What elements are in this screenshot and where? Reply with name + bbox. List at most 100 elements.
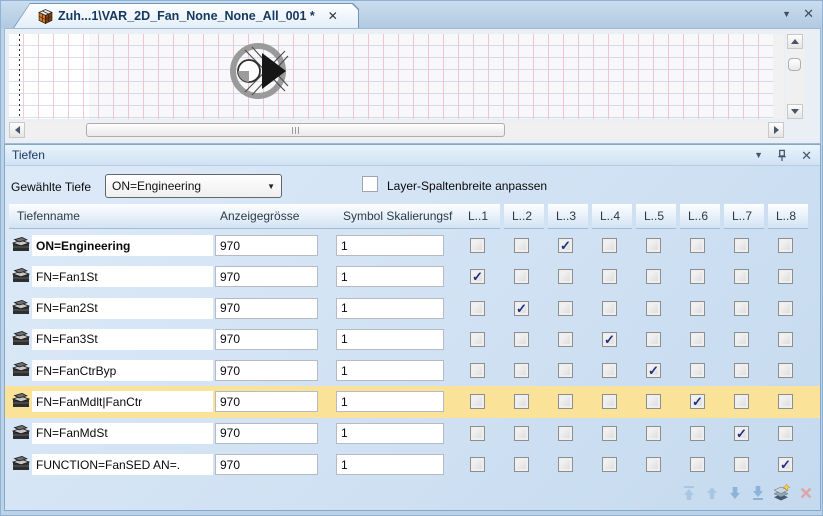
layer-checkbox[interactable] xyxy=(734,394,749,409)
display-size-input[interactable] xyxy=(215,329,318,350)
layer-checkbox[interactable] xyxy=(690,332,705,347)
scroll-right-button[interactable] xyxy=(768,122,784,138)
drawing-canvas[interactable] xyxy=(9,34,784,119)
symbol-scale-input[interactable] xyxy=(336,423,444,444)
move-down-button[interactable] xyxy=(727,485,743,501)
table-row[interactable]: FN=Fan1St✓ xyxy=(5,261,820,292)
table-row[interactable]: FN=FanCtrByp ✓ xyxy=(5,355,820,386)
column-header[interactable]: Tiefenname xyxy=(9,204,213,229)
layer-checkbox[interactable] xyxy=(470,394,485,409)
column-header[interactable]: L..3 xyxy=(548,204,588,229)
depth-name[interactable]: FN=FanMdSt xyxy=(32,423,213,444)
horizontal-scrollbar[interactable] xyxy=(9,121,784,139)
layer-checkbox[interactable] xyxy=(470,457,485,472)
layer-checkbox[interactable] xyxy=(778,301,793,316)
layer-column-width-checkbox[interactable] xyxy=(362,176,378,192)
layer-checkbox[interactable] xyxy=(646,394,661,409)
layer-checkbox[interactable] xyxy=(602,269,617,284)
layer-checkbox[interactable] xyxy=(514,269,529,284)
column-header[interactable]: Anzeigegrösse xyxy=(212,204,335,229)
layer-checkbox[interactable] xyxy=(602,238,617,253)
depth-name[interactable]: FN=FanMdlt|FanCtr xyxy=(32,391,213,412)
table-row[interactable]: FN=Fan2St ✓ xyxy=(5,293,820,324)
move-bottom-button[interactable] xyxy=(750,485,766,501)
layer-checkbox[interactable] xyxy=(514,363,529,378)
symbol-scale-input[interactable] xyxy=(336,329,444,350)
layer-checkbox[interactable]: ✓ xyxy=(646,363,661,378)
display-size-input[interactable] xyxy=(215,298,318,319)
tab-list-chevron-icon[interactable]: ▼ xyxy=(782,6,791,22)
scroll-down-button[interactable] xyxy=(787,104,803,119)
table-row[interactable]: FN=FanMdlt|FanCtr ✓ xyxy=(5,386,820,417)
vertical-scroll-thumb[interactable] xyxy=(788,58,801,71)
layer-checkbox[interactable] xyxy=(514,238,529,253)
scroll-left-button[interactable] xyxy=(9,122,25,138)
layer-checkbox[interactable] xyxy=(734,363,749,378)
depth-name[interactable]: FN=Fan3St xyxy=(32,329,213,350)
display-size-input[interactable] xyxy=(215,391,318,412)
layer-checkbox[interactable]: ✓ xyxy=(514,301,529,316)
display-size-input[interactable] xyxy=(215,235,318,256)
layer-checkbox[interactable] xyxy=(734,269,749,284)
layer-checkbox[interactable] xyxy=(690,238,705,253)
table-row[interactable]: FUNCTION=FanSED AN=. ✓ xyxy=(5,449,820,480)
delete-button[interactable] xyxy=(798,485,814,501)
tab-bar-close-icon[interactable]: ✕ xyxy=(803,6,814,22)
layer-checkbox[interactable] xyxy=(558,457,573,472)
layer-checkbox[interactable] xyxy=(778,269,793,284)
layer-checkbox[interactable]: ✓ xyxy=(778,457,793,472)
depth-name[interactable]: FUNCTION=FanSED AN=. xyxy=(32,454,213,475)
layer-checkbox[interactable] xyxy=(470,301,485,316)
column-header[interactable]: L..4 xyxy=(592,204,632,229)
column-header[interactable]: L..6 xyxy=(680,204,720,229)
layer-checkbox[interactable] xyxy=(734,238,749,253)
layer-checkbox[interactable] xyxy=(690,269,705,284)
layer-checkbox[interactable] xyxy=(778,238,793,253)
selected-depth-dropdown[interactable]: ON=Engineering ▼ xyxy=(105,174,282,198)
display-size-input[interactable] xyxy=(215,360,318,381)
column-header[interactable]: L..2 xyxy=(504,204,544,229)
document-tab[interactable]: Zuh...1\VAR_2D_Fan_None_None_All_001 * ✕ xyxy=(13,3,359,28)
depth-name[interactable]: FN=Fan2St xyxy=(32,298,213,319)
layer-checkbox[interactable] xyxy=(690,363,705,378)
scroll-up-button[interactable] xyxy=(787,34,803,49)
layer-checkbox[interactable] xyxy=(778,394,793,409)
new-layer-button[interactable] xyxy=(773,484,791,501)
layer-checkbox[interactable] xyxy=(558,426,573,441)
depth-name[interactable]: FN=FanCtrByp xyxy=(32,360,213,381)
layer-checkbox[interactable] xyxy=(778,332,793,347)
layer-checkbox[interactable] xyxy=(514,426,529,441)
layer-checkbox[interactable] xyxy=(470,238,485,253)
symbol-scale-input[interactable] xyxy=(336,360,444,381)
layer-checkbox[interactable]: ✓ xyxy=(734,426,749,441)
layer-checkbox[interactable] xyxy=(470,363,485,378)
display-size-input[interactable] xyxy=(215,423,318,444)
layer-checkbox[interactable]: ✓ xyxy=(690,394,705,409)
panel-close-icon[interactable]: ✕ xyxy=(801,145,812,166)
layer-checkbox[interactable] xyxy=(778,426,793,441)
panel-menu-chevron-icon[interactable]: ▼ xyxy=(754,145,763,166)
table-row[interactable]: FN=Fan3St✓ xyxy=(5,324,820,355)
layer-checkbox[interactable] xyxy=(514,332,529,347)
layer-checkbox[interactable] xyxy=(558,269,573,284)
column-header[interactable]: L..7 xyxy=(724,204,764,229)
layer-checkbox[interactable] xyxy=(734,301,749,316)
column-header[interactable]: L..5 xyxy=(636,204,676,229)
layer-checkbox[interactable] xyxy=(646,457,661,472)
layer-checkbox[interactable] xyxy=(602,457,617,472)
column-header[interactable]: Symbol Skalierungsf xyxy=(335,204,460,229)
layer-checkbox[interactable] xyxy=(734,332,749,347)
layer-checkbox[interactable] xyxy=(602,426,617,441)
layer-checkbox[interactable] xyxy=(514,394,529,409)
layer-checkbox[interactable] xyxy=(646,426,661,441)
layer-checkbox[interactable] xyxy=(646,269,661,284)
layer-checkbox[interactable] xyxy=(602,363,617,378)
column-header[interactable]: L..1 xyxy=(460,204,500,229)
layer-checkbox[interactable] xyxy=(558,301,573,316)
table-row[interactable]: FN=FanMdSt ✓ xyxy=(5,418,820,449)
layer-checkbox[interactable] xyxy=(646,301,661,316)
layer-checkbox[interactable] xyxy=(602,301,617,316)
display-size-input[interactable] xyxy=(215,266,318,287)
layer-checkbox[interactable] xyxy=(558,332,573,347)
symbol-scale-input[interactable] xyxy=(336,454,444,475)
